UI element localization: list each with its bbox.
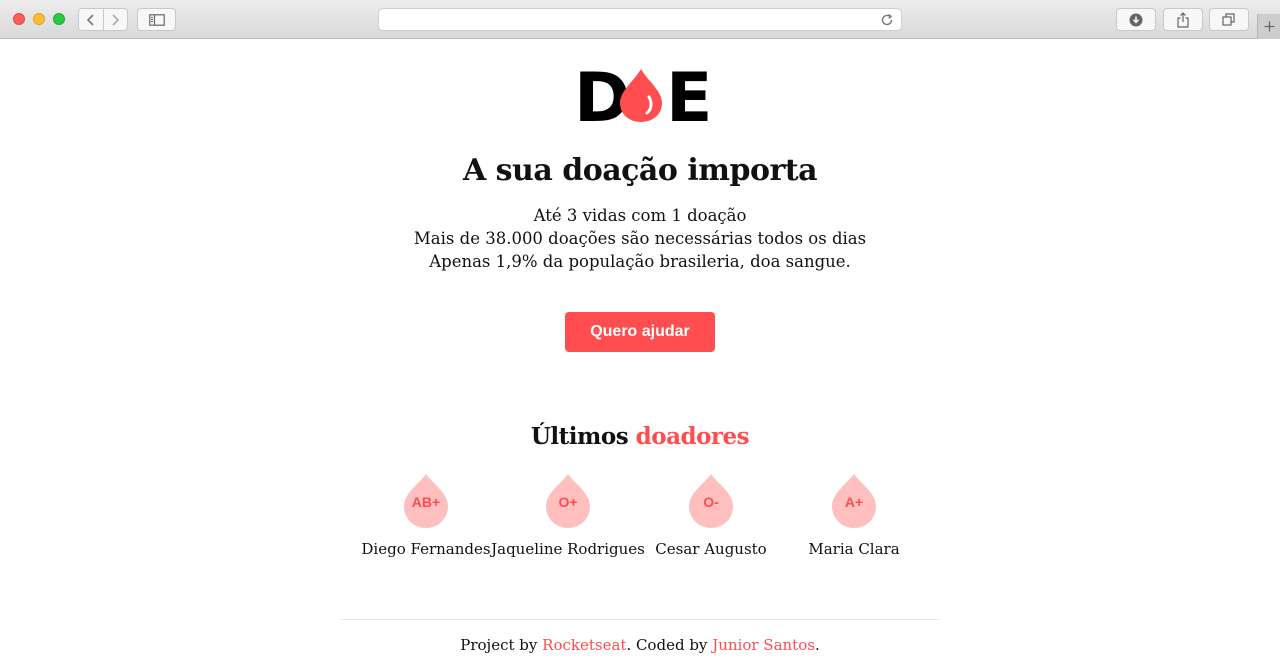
new-tab-button[interactable] [1257, 14, 1280, 39]
fact-line: Apenas 1,9% da população brasileria, doa… [429, 252, 851, 271]
download-icon [1129, 13, 1143, 26]
donor-name: Diego Fernandes [361, 540, 491, 558]
donation-facts: Até 3 vidas com 1 doação Mais de 38.000 … [0, 204, 1280, 273]
donor-name: Jaqueline Rodrigues [491, 540, 645, 558]
chevron-left-icon [86, 13, 94, 26]
navigation-buttons [78, 8, 128, 31]
close-window-button[interactable] [13, 13, 25, 25]
blood-type: AB+ [411, 494, 441, 510]
footer-suffix: . [814, 636, 820, 654]
chevron-right-icon [112, 13, 120, 26]
rocketseat-link[interactable]: Rocketseat [542, 636, 626, 654]
blood-type: A+ [844, 494, 864, 510]
tab-overview-button[interactable] [1209, 8, 1249, 31]
donors-section-title: Últimos doadores [0, 423, 1280, 450]
footer: Project by Rocketseat. Coded by Junior S… [0, 636, 1280, 654]
maximize-window-button[interactable] [53, 13, 65, 25]
donor-card: O- Cesar Augusto [640, 471, 782, 571]
back-button[interactable] [79, 9, 103, 30]
address-bar[interactable] [378, 8, 902, 31]
help-button[interactable]: Quero ajudar [565, 312, 715, 352]
forward-button[interactable] [102, 9, 127, 30]
donor-card: O+ Jaqueline Rodrigues [491, 471, 645, 571]
downloads-button[interactable] [1116, 8, 1156, 31]
donors-list: AB+ Diego Fernandes O+ Jaqueline Rodrigu… [355, 471, 925, 571]
page-title: A sua doação importa [462, 153, 818, 188]
tabs-icon [1222, 12, 1235, 26]
browser-toolbar [0, 0, 1280, 39]
donor-name: Cesar Augusto [655, 540, 767, 558]
doe-logo: D E [574, 67, 708, 123]
donor-card: AB+ Diego Fernandes [355, 471, 497, 571]
blood-type: O- [703, 494, 719, 510]
fact-line: Até 3 vidas com 1 doação [533, 206, 747, 225]
donors-title-part2: doadores [635, 423, 750, 450]
page-content: D E A sua doação importa Até 3 vidas com… [0, 40, 1280, 662]
donor-card: A+ Maria Clara [783, 471, 925, 571]
share-button[interactable] [1163, 8, 1203, 31]
sidebar-toggle-button[interactable] [137, 8, 176, 31]
logo-letter-e: E [666, 67, 708, 123]
footer-divider [340, 619, 940, 620]
donors-title-part1: Últimos [530, 423, 629, 450]
fact-line: Mais de 38.000 doações são necessárias t… [413, 229, 867, 248]
footer-prefix: Project by [460, 636, 538, 654]
sidebar-icon [148, 13, 165, 26]
minimize-window-button[interactable] [33, 13, 45, 25]
junior-santos-link[interactable]: Junior Santos [712, 636, 815, 654]
donor-name: Maria Clara [808, 540, 900, 558]
share-icon [1177, 11, 1189, 28]
blood-type: O+ [558, 494, 578, 510]
reload-icon[interactable] [879, 12, 895, 28]
footer-middle: . Coded by [626, 636, 708, 654]
plus-icon [1264, 21, 1274, 32]
